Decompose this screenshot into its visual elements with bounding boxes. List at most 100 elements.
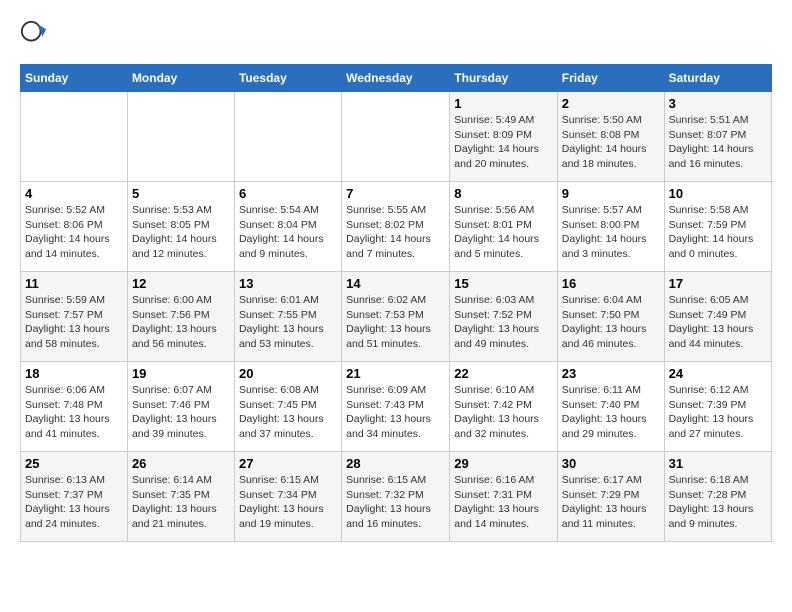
calendar-cell: 18 Sunrise: 6:06 AMSunset: 7:48 PMDayligh…: [21, 362, 128, 452]
day-number: 6: [239, 186, 337, 201]
calendar-cell: [234, 92, 341, 182]
day-info: Sunrise: 5:49 AMSunset: 8:09 PMDaylight:…: [454, 113, 553, 172]
day-number: 15: [454, 276, 553, 291]
day-info: Sunrise: 5:55 AMSunset: 8:02 PMDaylight:…: [346, 203, 445, 262]
day-info: Sunrise: 6:17 AMSunset: 7:29 PMDaylight:…: [562, 473, 660, 532]
weekday-header-monday: Monday: [127, 65, 234, 92]
day-info: Sunrise: 6:05 AMSunset: 7:49 PMDaylight:…: [669, 293, 767, 352]
calendar-cell: 27 Sunrise: 6:15 AMSunset: 7:34 PMDayligh…: [234, 452, 341, 542]
calendar-cell: 23 Sunrise: 6:11 AMSunset: 7:40 PMDayligh…: [557, 362, 664, 452]
day-number: 27: [239, 456, 337, 471]
day-number: 10: [669, 186, 767, 201]
day-info: Sunrise: 6:15 AMSunset: 7:32 PMDaylight:…: [346, 473, 445, 532]
calendar-cell: 30 Sunrise: 6:17 AMSunset: 7:29 PMDayligh…: [557, 452, 664, 542]
calendar-cell: 13 Sunrise: 6:01 AMSunset: 7:55 PMDayligh…: [234, 272, 341, 362]
day-info: Sunrise: 6:06 AMSunset: 7:48 PMDaylight:…: [25, 383, 123, 442]
day-number: 24: [669, 366, 767, 381]
day-number: 29: [454, 456, 553, 471]
calendar-cell: [342, 92, 450, 182]
calendar-cell: 9Sunrise: 5:57 AMSunset: 8:00 PMDaylight…: [557, 182, 664, 272]
day-info: Sunrise: 5:59 AMSunset: 7:57 PMDaylight:…: [25, 293, 123, 352]
calendar-table: SundayMondayTuesdayWednesdayThursdayFrid…: [20, 64, 772, 542]
calendar-cell: 4 Sunrise: 5:52 AMSunset: 8:06 PMDaylight…: [21, 182, 128, 272]
day-info: Sunrise: 6:09 AMSunset: 7:43 PMDaylight:…: [346, 383, 445, 442]
calendar-cell: 24 Sunrise: 6:12 AMSunset: 7:39 PMDayligh…: [664, 362, 771, 452]
day-info: Sunrise: 6:01 AMSunset: 7:55 PMDaylight:…: [239, 293, 337, 352]
calendar-cell: 6 Sunrise: 5:54 AMSunset: 8:04 PMDaylight…: [234, 182, 341, 272]
day-number: 22: [454, 366, 553, 381]
weekday-header-saturday: Saturday: [664, 65, 771, 92]
day-number: 23: [562, 366, 660, 381]
weekday-header-wednesday: Wednesday: [342, 65, 450, 92]
day-info: Sunrise: 6:18 AMSunset: 7:28 PMDaylight:…: [669, 473, 767, 532]
page-header: [20, 20, 772, 48]
day-info: Sunrise: 6:03 AMSunset: 7:52 PMDaylight:…: [454, 293, 553, 352]
calendar-cell: [21, 92, 128, 182]
calendar-cell: 1 Sunrise: 5:49 AMSunset: 8:09 PMDaylight…: [450, 92, 558, 182]
day-info: Sunrise: 5:52 AMSunset: 8:06 PMDaylight:…: [25, 203, 123, 262]
day-number: 19: [132, 366, 230, 381]
day-number: 18: [25, 366, 123, 381]
day-info: Sunrise: 5:58 AMSunset: 7:59 PMDaylight:…: [669, 203, 767, 262]
calendar-cell: 5Sunrise: 5:53 AMSunset: 8:05 PMDaylight…: [127, 182, 234, 272]
calendar-cell: 28 Sunrise: 6:15 AMSunset: 7:32 PMDayligh…: [342, 452, 450, 542]
day-number: 30: [562, 456, 660, 471]
calendar-cell: 12 Sunrise: 6:00 AMSunset: 7:56 PMDayligh…: [127, 272, 234, 362]
day-info: Sunrise: 6:13 AMSunset: 7:37 PMDaylight:…: [25, 473, 123, 532]
logo: [20, 20, 52, 48]
day-info: Sunrise: 6:02 AMSunset: 7:53 PMDaylight:…: [346, 293, 445, 352]
day-number: 1: [454, 96, 553, 111]
day-info: Sunrise: 6:10 AMSunset: 7:42 PMDaylight:…: [454, 383, 553, 442]
day-number: 17: [669, 276, 767, 291]
calendar-cell: 14 Sunrise: 6:02 AMSunset: 7:53 PMDayligh…: [342, 272, 450, 362]
calendar-cell: 15 Sunrise: 6:03 AMSunset: 7:52 PMDayligh…: [450, 272, 558, 362]
logo-icon: [20, 20, 48, 48]
day-info: Sunrise: 6:14 AMSunset: 7:35 PMDaylight:…: [132, 473, 230, 532]
weekday-header-thursday: Thursday: [450, 65, 558, 92]
day-info: Sunrise: 6:12 AMSunset: 7:39 PMDaylight:…: [669, 383, 767, 442]
day-info: Sunrise: 6:08 AMSunset: 7:45 PMDaylight:…: [239, 383, 337, 442]
day-info: Sunrise: 6:07 AMSunset: 7:46 PMDaylight:…: [132, 383, 230, 442]
day-info: Sunrise: 5:50 AMSunset: 8:08 PMDaylight:…: [562, 113, 660, 172]
day-number: 21: [346, 366, 445, 381]
calendar-cell: 21 Sunrise: 6:09 AMSunset: 7:43 PMDayligh…: [342, 362, 450, 452]
calendar-cell: 8 Sunrise: 5:56 AMSunset: 8:01 PMDaylight…: [450, 182, 558, 272]
calendar-cell: 3 Sunrise: 5:51 AMSunset: 8:07 PMDaylight…: [664, 92, 771, 182]
day-number: 2: [562, 96, 660, 111]
day-number: 8: [454, 186, 553, 201]
day-info: Sunrise: 6:11 AMSunset: 7:40 PMDaylight:…: [562, 383, 660, 442]
calendar-cell: 10 Sunrise: 5:58 AMSunset: 7:59 PMDayligh…: [664, 182, 771, 272]
day-number: 26: [132, 456, 230, 471]
day-number: 12: [132, 276, 230, 291]
day-info: Sunrise: 6:00 AMSunset: 7:56 PMDaylight:…: [132, 293, 230, 352]
weekday-header-friday: Friday: [557, 65, 664, 92]
day-number: 16: [562, 276, 660, 291]
day-number: 25: [25, 456, 123, 471]
day-info: Sunrise: 5:57 AMSunset: 8:00 PMDaylight:…: [562, 203, 660, 262]
day-info: Sunrise: 5:51 AMSunset: 8:07 PMDaylight:…: [669, 113, 767, 172]
day-info: Sunrise: 5:56 AMSunset: 8:01 PMDaylight:…: [454, 203, 553, 262]
calendar-cell: 31Sunrise: 6:18 AMSunset: 7:28 PMDayligh…: [664, 452, 771, 542]
day-info: Sunrise: 6:04 AMSunset: 7:50 PMDaylight:…: [562, 293, 660, 352]
calendar-cell: 26 Sunrise: 6:14 AMSunset: 7:35 PMDayligh…: [127, 452, 234, 542]
day-number: 20: [239, 366, 337, 381]
calendar-cell: [127, 92, 234, 182]
day-number: 28: [346, 456, 445, 471]
day-number: 13: [239, 276, 337, 291]
day-number: 7: [346, 186, 445, 201]
day-number: 4: [25, 186, 123, 201]
day-number: 14: [346, 276, 445, 291]
calendar-cell: 29 Sunrise: 6:16 AMSunset: 7:31 PMDayligh…: [450, 452, 558, 542]
day-number: 3: [669, 96, 767, 111]
day-info: Sunrise: 6:16 AMSunset: 7:31 PMDaylight:…: [454, 473, 553, 532]
day-info: Sunrise: 6:15 AMSunset: 7:34 PMDaylight:…: [239, 473, 337, 532]
calendar-cell: 11Sunrise: 5:59 AMSunset: 7:57 PMDayligh…: [21, 272, 128, 362]
calendar-cell: 7 Sunrise: 5:55 AMSunset: 8:02 PMDaylight…: [342, 182, 450, 272]
weekday-header-sunday: Sunday: [21, 65, 128, 92]
weekday-header-tuesday: Tuesday: [234, 65, 341, 92]
calendar-cell: 25 Sunrise: 6:13 AMSunset: 7:37 PMDayligh…: [21, 452, 128, 542]
calendar-cell: 17 Sunrise: 6:05 AMSunset: 7:49 PMDayligh…: [664, 272, 771, 362]
day-info: Sunrise: 5:54 AMSunset: 8:04 PMDaylight:…: [239, 203, 337, 262]
day-info: Sunrise: 5:53 AMSunset: 8:05 PMDaylight:…: [132, 203, 230, 262]
calendar-cell: 22 Sunrise: 6:10 AMSunset: 7:42 PMDayligh…: [450, 362, 558, 452]
